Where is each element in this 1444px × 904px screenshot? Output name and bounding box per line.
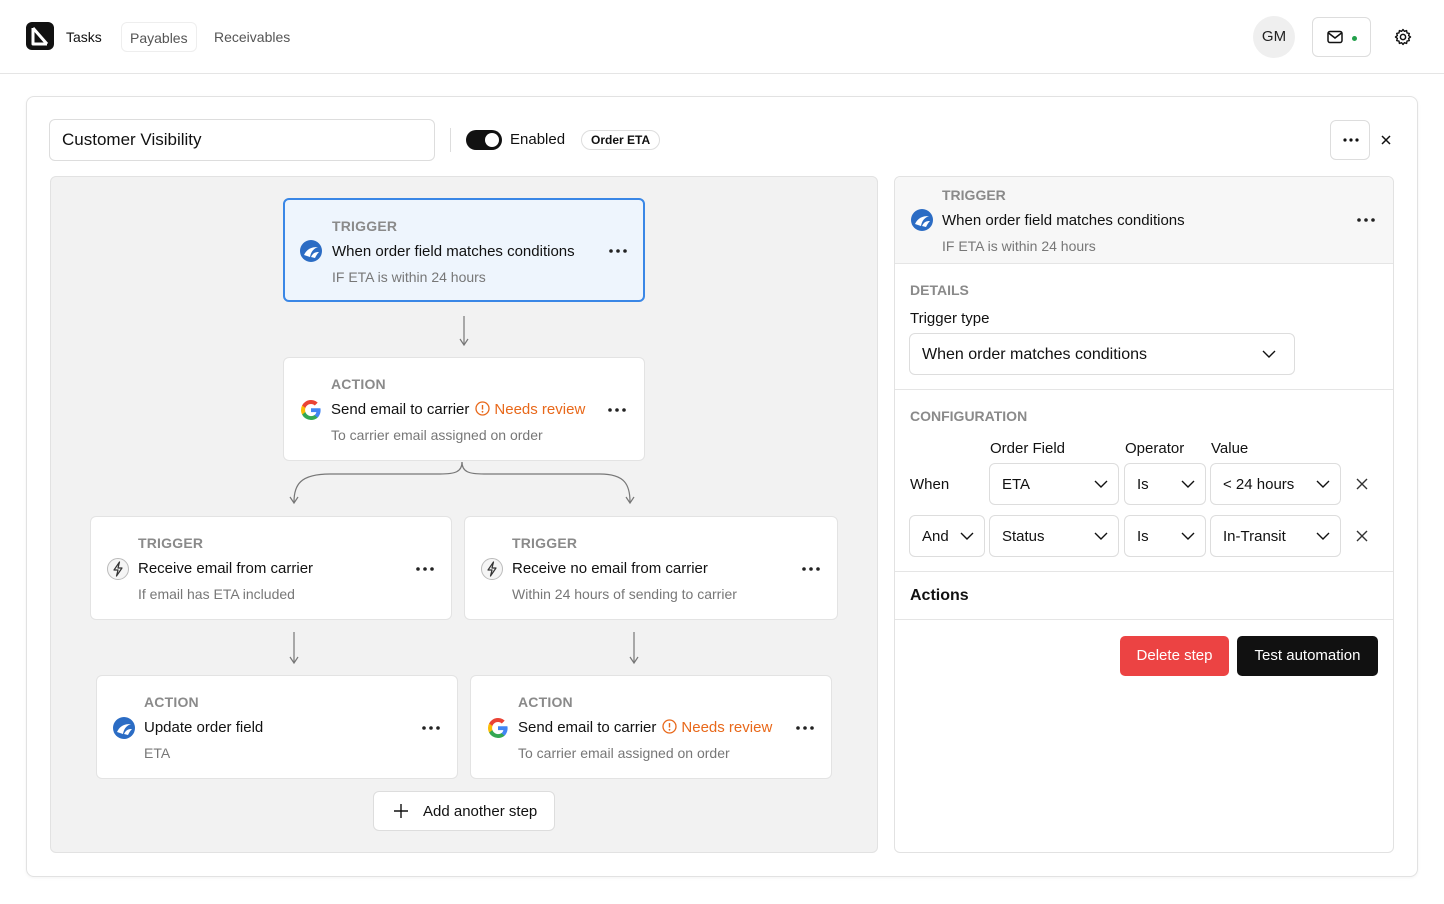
card-title: Update order field	[144, 719, 264, 736]
delete-step-button[interactable]: Delete step	[1120, 636, 1229, 676]
warning-icon	[662, 719, 678, 734]
trigger-card-receive-email[interactable]: TRIGGER Receive email from carrier If em…	[90, 516, 452, 620]
chevron-down-icon	[1181, 532, 1195, 540]
card-subtitle: ETA	[144, 745, 171, 761]
carrier-logo-icon	[113, 717, 135, 739]
lightning-icon	[107, 558, 129, 580]
needs-review-badge: Needs review	[475, 401, 585, 418]
connector-when: When	[910, 476, 950, 493]
plus-icon	[394, 804, 408, 818]
trigger-type-label: Trigger type	[910, 310, 990, 327]
chevron-down-icon	[1262, 350, 1276, 358]
card-title-text: Send email to carrier	[331, 401, 470, 418]
details-label: DETAILS	[910, 282, 969, 298]
card-subtitle: If email has ETA included	[138, 586, 295, 602]
card-kind: TRIGGER	[512, 535, 578, 551]
operator-select[interactable]: Is	[1124, 463, 1206, 505]
lightning-icon	[481, 558, 503, 580]
trigger-card-no-email[interactable]: TRIGGER Receive no email from carrier Wi…	[464, 516, 838, 620]
google-icon	[487, 718, 508, 738]
card-subtitle: To carrier email assigned on order	[331, 427, 543, 443]
card-more-icon[interactable]	[801, 566, 821, 572]
order-field-select[interactable]: Status	[989, 515, 1119, 557]
card-kind: ACTION	[331, 376, 386, 392]
card-more-icon[interactable]	[608, 248, 628, 254]
action-card-send-email[interactable]: ACTION Send email to carrier Needs review…	[283, 357, 645, 461]
card-title: Send email to carrier Needs review	[518, 719, 772, 736]
value-select[interactable]: < 24 hours	[1210, 463, 1341, 505]
card-more-icon[interactable]	[415, 566, 435, 572]
chevron-down-icon	[1316, 532, 1330, 540]
add-step-label: Add another step	[423, 803, 538, 820]
divider	[895, 571, 1393, 572]
chevron-down-icon	[1094, 532, 1108, 540]
remove-condition-icon[interactable]	[1355, 529, 1369, 543]
card-title: Receive no email from carrier	[512, 560, 708, 577]
value-select[interactable]: In-Transit	[1210, 515, 1341, 557]
chevron-down-icon	[1094, 480, 1108, 488]
card-kind: TRIGGER	[332, 218, 398, 234]
google-icon	[300, 400, 321, 421]
card-more-icon[interactable]	[421, 725, 441, 731]
configuration-label: CONFIGURATION	[910, 408, 1028, 424]
actions-heading: Actions	[910, 587, 969, 604]
step-detail-panel: TRIGGER When order field matches conditi…	[894, 176, 1394, 853]
carrier-logo-icon	[300, 240, 322, 262]
card-kind: ACTION	[144, 694, 199, 710]
chevron-down-icon	[1181, 480, 1195, 488]
card-title-text: Send email to carrier	[518, 719, 657, 736]
step-header: TRIGGER When order field matches conditi…	[895, 177, 1393, 264]
test-automation-button[interactable]: Test automation	[1237, 636, 1378, 676]
card-kind: ACTION	[518, 694, 573, 710]
remove-condition-icon[interactable]	[1355, 477, 1369, 491]
carrier-logo-icon	[911, 209, 933, 231]
add-step-button[interactable]: Add another step	[373, 791, 555, 831]
warning-icon	[475, 401, 491, 416]
column-order-field: Order Field	[990, 440, 1066, 457]
connector-select[interactable]: And	[909, 515, 985, 557]
order-field-select[interactable]: ETA	[989, 463, 1119, 505]
step-more-icon[interactable]	[1356, 217, 1376, 223]
step-title: When order field matches conditions	[942, 212, 1185, 229]
card-title: When order field matches conditions	[332, 243, 575, 260]
divider	[895, 619, 1393, 620]
chevron-down-icon	[1316, 480, 1330, 488]
card-kind: TRIGGER	[138, 535, 204, 551]
action-card-send-email-2[interactable]: ACTION Send email to carrier Needs review…	[470, 675, 832, 779]
card-subtitle: Within 24 hours of sending to carrier	[512, 586, 737, 602]
step-kind: TRIGGER	[942, 187, 1006, 203]
card-title: Receive email from carrier	[138, 560, 314, 577]
card-subtitle: To carrier email assigned on order	[518, 745, 730, 761]
needs-review-badge: Needs review	[662, 719, 772, 736]
card-subtitle: IF ETA is within 24 hours	[332, 269, 486, 285]
trigger-type-select[interactable]: When order matches conditions	[909, 333, 1295, 375]
card-more-icon[interactable]	[795, 725, 815, 731]
column-value: Value	[1211, 440, 1249, 457]
card-more-icon[interactable]	[607, 407, 627, 413]
trigger-card-order-field[interactable]: TRIGGER When order field matches conditi…	[283, 198, 645, 302]
divider	[895, 389, 1393, 390]
action-card-update-order[interactable]: ACTION Update order field ETA	[96, 675, 458, 779]
operator-select[interactable]: Is	[1124, 515, 1206, 557]
chevron-down-icon	[960, 532, 974, 540]
step-subtitle: IF ETA is within 24 hours	[942, 238, 1096, 254]
column-operator: Operator	[1125, 440, 1185, 457]
card-title: Send email to carrier Needs review	[331, 401, 585, 418]
